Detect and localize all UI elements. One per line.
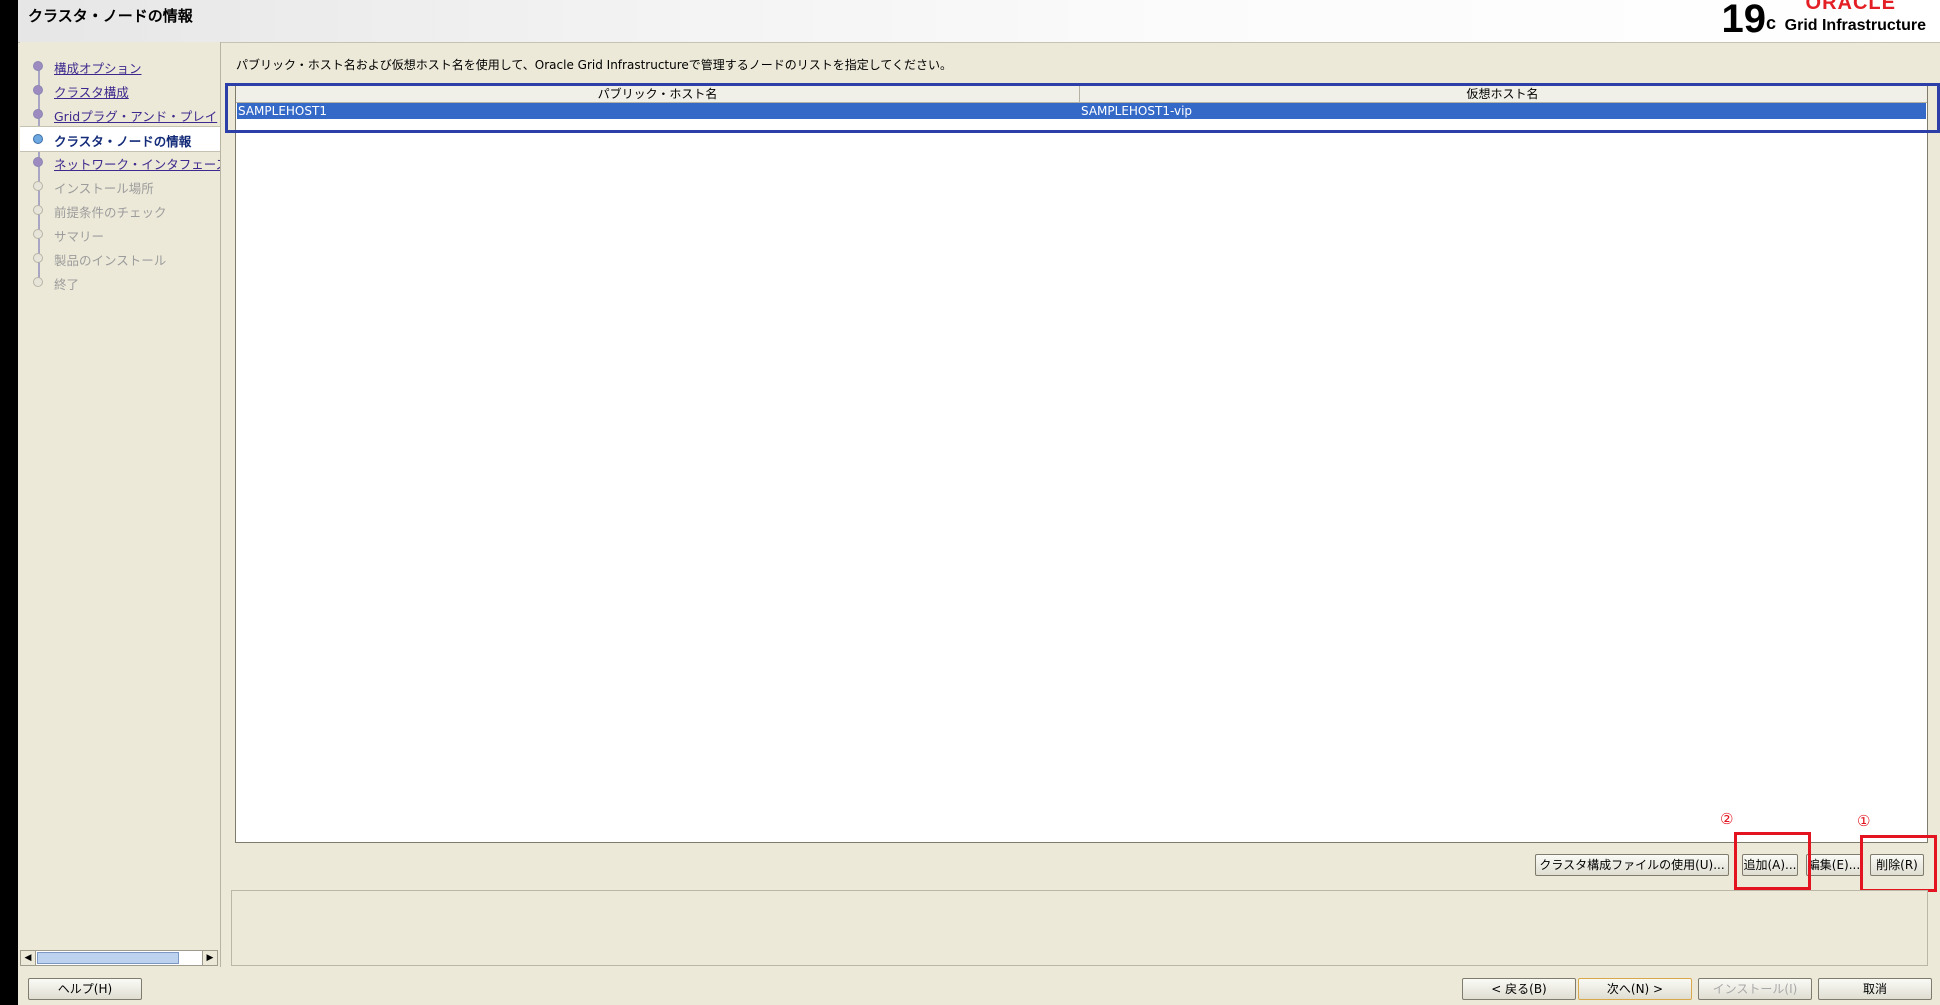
step-pending-icon — [33, 229, 43, 239]
step-pending-icon — [33, 205, 43, 215]
nav-step-label: 終了 — [54, 277, 80, 292]
product-name: Grid Infrastructure — [1784, 17, 1926, 34]
back-button[interactable]: < 戻る(B) — [1462, 978, 1576, 1000]
nav-step-label: 前提条件のチェック — [54, 205, 167, 220]
node-table: パブリック・ホスト名 仮想ホスト名 SAMPLEHOST1 SAMPLEHOST… — [235, 83, 1928, 843]
oracle-logo: ORACLE — [1805, 0, 1896, 14]
nav-horizontal-scrollbar[interactable]: ◀ ▶ — [20, 950, 218, 966]
delete-highlight-frame — [1860, 835, 1937, 892]
message-area — [231, 890, 1928, 966]
step-pending-icon — [33, 277, 43, 287]
scroll-right-arrow-icon[interactable]: ▶ — [202, 951, 217, 965]
nav-step-label: クラスタ構成 — [54, 85, 129, 100]
nav-step-label: Gridプラグ・アンド・プレイ — [54, 109, 218, 124]
use-cluster-file-button[interactable]: クラスタ構成ファイルの使用(U)... — [1535, 854, 1729, 876]
step-pending-icon — [33, 253, 43, 263]
add-highlight-frame — [1734, 832, 1811, 890]
left-edge — [0, 0, 18, 1005]
nav-step-finish: 終了 — [20, 270, 220, 294]
window-header: クラスタ・ノードの情報 19c ORACLE Grid Infrastructu… — [18, 0, 1940, 43]
step-done-icon — [33, 61, 43, 71]
nav-step-gpnp[interactable]: Gridプラグ・アンド・プレイ — [20, 102, 220, 126]
nav-step-config-options[interactable]: 構成オプション — [20, 54, 220, 78]
nav-step-label: クラスタ・ノードの情報 — [54, 134, 192, 149]
nav-step-cluster-node-info[interactable]: クラスタ・ノードの情報 — [20, 126, 220, 152]
nav-step-label: 製品のインストール — [54, 253, 167, 268]
table-highlight-frame — [225, 83, 1940, 133]
step-done-icon — [33, 85, 43, 95]
step-done-icon — [33, 157, 43, 167]
step-pending-icon — [33, 181, 43, 191]
instruction-text: パブリック・ホスト名および仮想ホスト名を使用して、Oracle Grid Inf… — [236, 58, 953, 72]
edit-button[interactable]: 編集(E)... — [1806, 854, 1862, 876]
nav-step-prereq-check: 前提条件のチェック — [20, 198, 220, 222]
marker-one: ① — [1857, 812, 1871, 830]
scroll-left-arrow-icon[interactable]: ◀ — [21, 951, 36, 965]
nav-step-label: サマリー — [54, 229, 105, 244]
nav-step-cluster-config[interactable]: クラスタ構成 — [20, 78, 220, 102]
marker-two: ② — [1720, 810, 1734, 828]
brand-version: 19c — [1721, 0, 1776, 41]
step-navigation: 構成オプション クラスタ構成 Gridプラグ・アンド・プレイ クラスタ・ノードの… — [20, 42, 221, 967]
nav-step-install-location: インストール場所 — [20, 174, 220, 198]
help-button[interactable]: ヘルプ(H) — [28, 978, 142, 1000]
nav-step-network-interface[interactable]: ネットワーク・インタフェース — [20, 150, 220, 174]
nav-step-label: 構成オプション — [54, 61, 142, 76]
next-button[interactable]: 次へ(N) > — [1578, 978, 1692, 1000]
install-button[interactable]: インストール(I) — [1698, 978, 1812, 1000]
nav-step-label: インストール場所 — [54, 181, 154, 196]
cancel-button[interactable]: 取消 — [1818, 978, 1932, 1000]
page-title: クラスタ・ノードの情報 — [28, 7, 193, 25]
step-done-icon — [33, 109, 43, 119]
nav-step-product-install: 製品のインストール — [20, 246, 220, 270]
nav-step-summary: サマリー — [20, 222, 220, 246]
step-current-icon — [33, 134, 43, 144]
scroll-thumb[interactable] — [37, 952, 179, 964]
nav-step-label: ネットワーク・インタフェース — [54, 157, 220, 172]
